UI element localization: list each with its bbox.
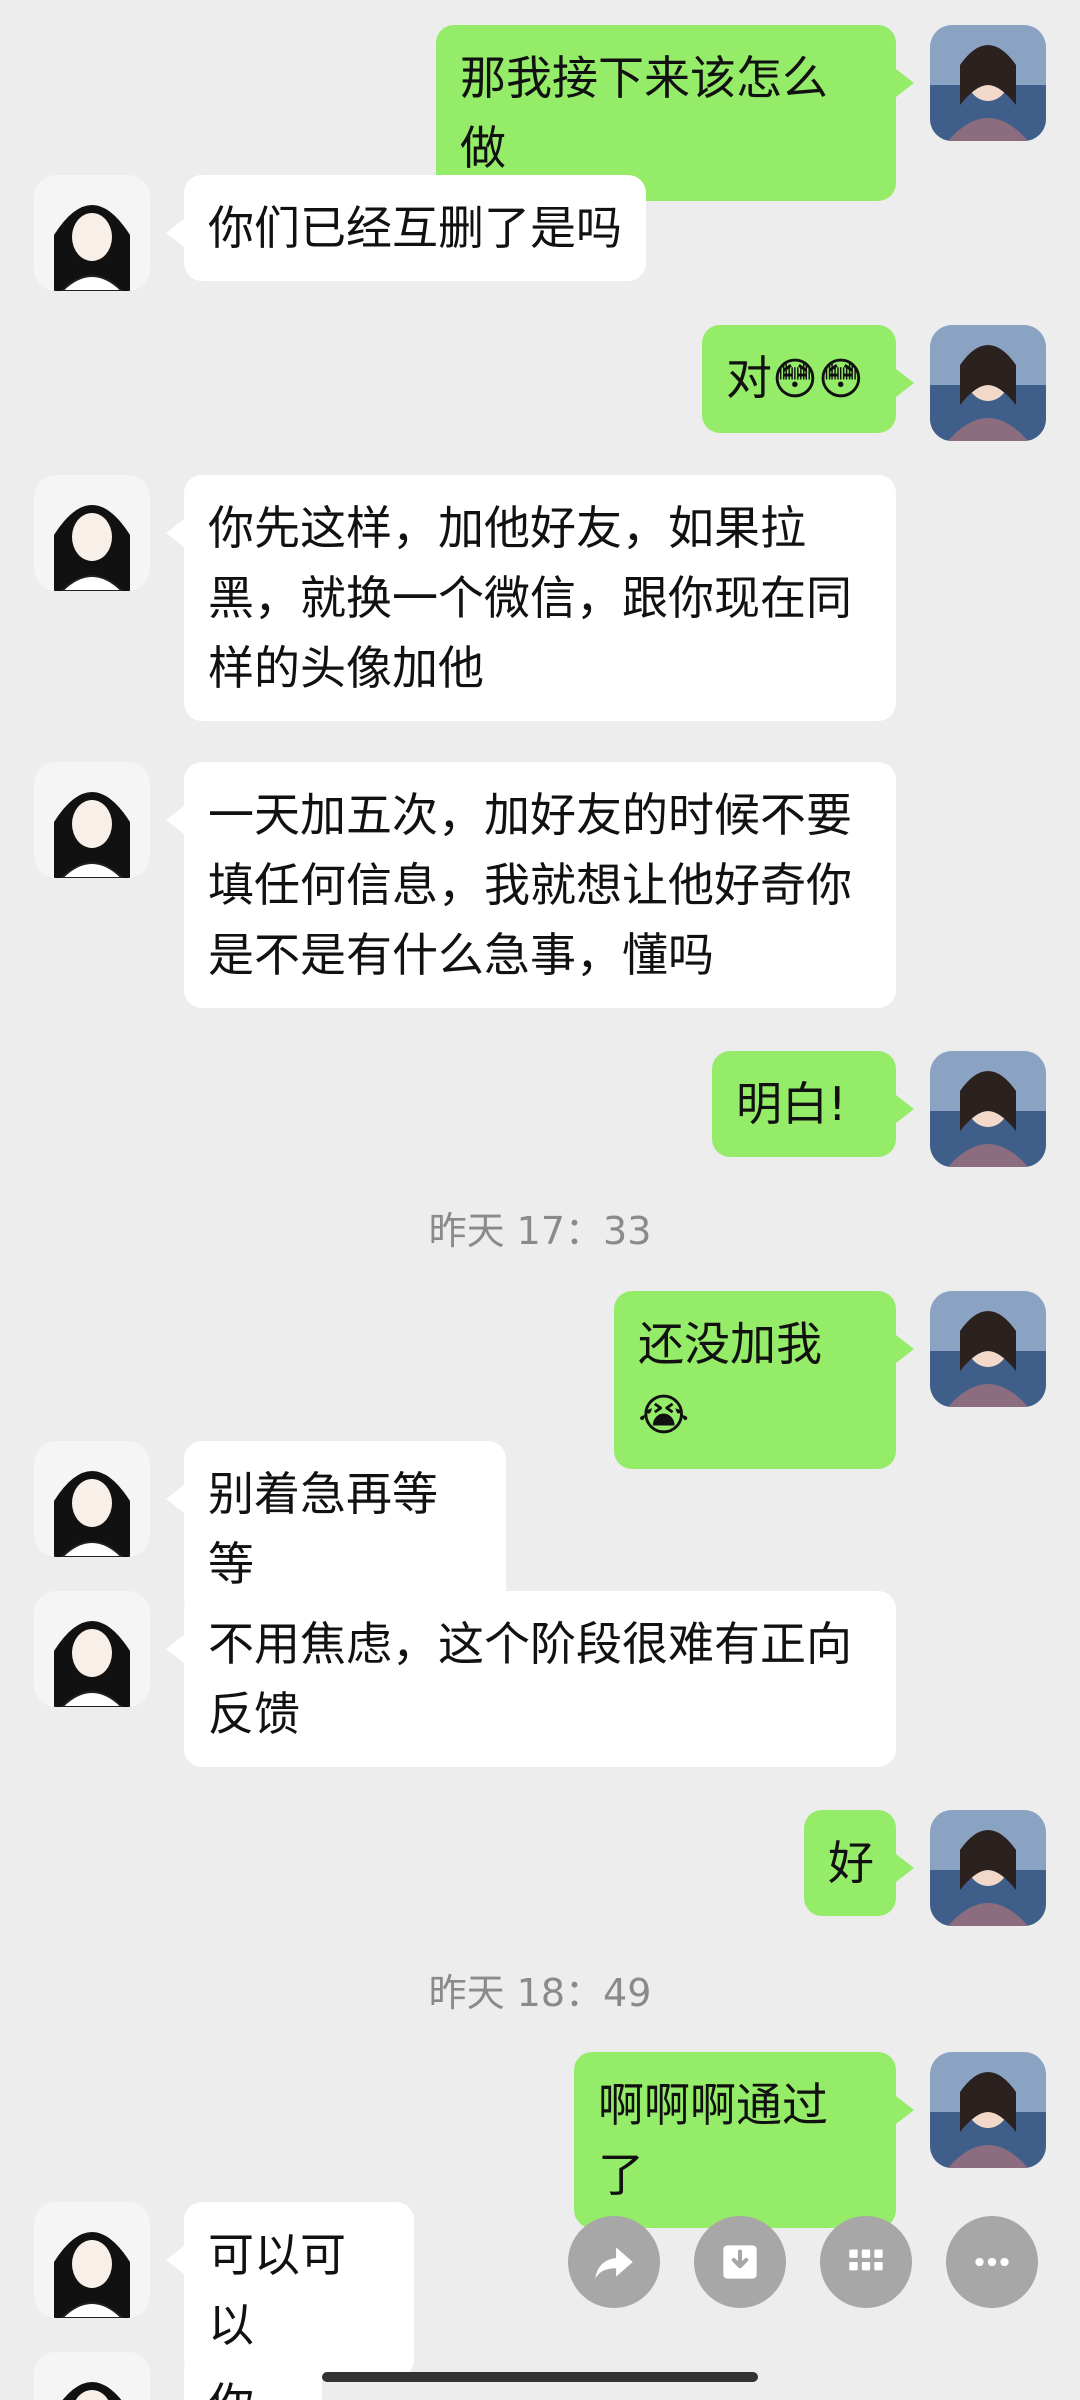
contact-avatar[interactable]: [34, 2352, 150, 2400]
crying-emoji-icon: 😭: [638, 1390, 690, 1441]
contact-avatar[interactable]: [34, 175, 150, 291]
message-text: 你们已经互删了是吗: [208, 201, 622, 255]
more-icon: [975, 2257, 1009, 2267]
home-indicator[interactable]: [322, 2372, 758, 2382]
my-avatar[interactable]: [930, 1051, 1046, 1167]
message-text: 不用焦虑，这个阶段很难有正向反馈: [208, 1617, 852, 1741]
more-button[interactable]: [946, 2216, 1038, 2308]
message-text: 别着急再等等: [208, 1467, 438, 1591]
contact-avatar[interactable]: [34, 475, 150, 591]
contact-avatar[interactable]: [34, 1441, 150, 1557]
save-icon: [723, 2245, 757, 2279]
contact-avatar[interactable]: [34, 1591, 150, 1707]
flushed-emoji-icon: 😳😳: [772, 354, 864, 405]
message-text: 对: [726, 351, 772, 405]
timestamp: 昨天 18：49: [428, 1971, 652, 2015]
message-bubble-incoming[interactable]: 你发: [184, 2352, 322, 2400]
message-bubble-outgoing[interactable]: 明白!: [712, 1051, 914, 1157]
message-bubble-incoming[interactable]: 你先这样，加他好友，如果拉黑，就换一个微信，跟你现在同样的头像加他: [166, 475, 896, 721]
chat-view[interactable]: 那我接下来该怎么做 你们已经互删了是吗 对😳😳 你先这样，加他好友，如果拉黑，就…: [0, 0, 1080, 2400]
apps-button[interactable]: [820, 2216, 912, 2308]
message-bubble-outgoing[interactable]: 还没加我 😭: [614, 1291, 914, 1469]
my-avatar[interactable]: [930, 25, 1046, 141]
message-text: 还没加我: [638, 1317, 822, 1371]
message-text: 啊啊啊通过了: [598, 2078, 828, 2202]
contact-avatar[interactable]: [34, 762, 150, 878]
message-bubble-incoming[interactable]: 你们已经互删了是吗: [166, 175, 646, 281]
message-text: 你发: [208, 2378, 254, 2400]
my-avatar[interactable]: [930, 1291, 1046, 1407]
forward-button[interactable]: [568, 2216, 660, 2308]
my-avatar[interactable]: [930, 325, 1046, 441]
message-text: 可以可以: [208, 2228, 346, 2352]
my-avatar[interactable]: [930, 1810, 1046, 1926]
my-avatar[interactable]: [930, 2052, 1046, 2168]
message-text: 那我接下来该怎么做: [460, 51, 828, 175]
message-text: 一天加五次，加好友的时候不要填任何信息，我就想让他好奇你是不是有什么急事，懂吗: [208, 788, 852, 982]
forward-icon: [595, 2247, 633, 2279]
contact-avatar[interactable]: [34, 2202, 150, 2318]
save-button[interactable]: [694, 2216, 786, 2308]
message-text: 明白!: [736, 1077, 847, 1131]
message-text: 好: [828, 1836, 874, 1890]
message-bubble-outgoing[interactable]: 对😳😳: [702, 325, 914, 433]
message-bubble-incoming[interactable]: 不用焦虑，这个阶段很难有正向反馈: [166, 1591, 896, 1767]
more-apps-icon: [849, 2249, 883, 2271]
message-bubble-outgoing[interactable]: 啊啊啊通过了: [574, 2052, 914, 2228]
message-bubble-outgoing[interactable]: 好: [804, 1810, 914, 1916]
timestamp: 昨天 17：33: [428, 1209, 652, 1253]
message-text: 你先这样，加他好友，如果拉黑，就换一个微信，跟你现在同样的头像加他: [208, 501, 852, 695]
message-bubble-incoming[interactable]: 一天加五次，加好友的时候不要填任何信息，我就想让他好奇你是不是有什么急事，懂吗: [166, 762, 896, 1008]
